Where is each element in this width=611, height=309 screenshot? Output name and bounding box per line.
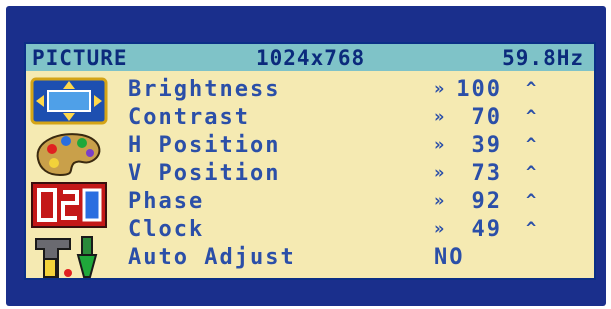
resolution-readout: 1024x768 [256, 45, 366, 70]
decrease-arrow-icon[interactable]: » [434, 219, 446, 239]
picture-position-icon[interactable] [30, 77, 108, 125]
decrease-arrow-icon[interactable]: » [434, 79, 446, 99]
setting-label: H Position [128, 133, 281, 158]
decrease-arrow-icon[interactable]: » [434, 163, 446, 183]
increase-arrow-icon[interactable]: ^ [526, 79, 538, 99]
menu-title: PICTURE [32, 45, 128, 70]
setting-label: Auto Adjust [128, 245, 296, 270]
setting-value: 73 [471, 161, 502, 186]
decrease-arrow-icon[interactable]: » [434, 107, 446, 127]
setting-label: Phase [128, 189, 205, 214]
frequency-readout: 59.8Hz [502, 45, 584, 70]
osd-menu: PICTURE 1024x768 59.8Hz Brightness » 100… [24, 42, 596, 280]
setting-label: Brightness [128, 77, 281, 102]
setting-label: Clock [128, 217, 205, 242]
tools-icon[interactable] [30, 233, 108, 281]
increase-arrow-icon[interactable]: ^ [526, 135, 538, 155]
setting-row-auto-adjust[interactable]: Auto Adjust NO [128, 245, 578, 273]
auto-adjust-value: NO [434, 245, 465, 270]
setting-value: 39 [471, 133, 502, 158]
decrease-arrow-icon[interactable]: » [434, 135, 446, 155]
setting-label: Contrast [128, 105, 250, 130]
increase-arrow-icon[interactable]: ^ [526, 163, 538, 183]
setting-value: 92 [471, 189, 502, 214]
decrease-arrow-icon[interactable]: » [434, 191, 446, 211]
setting-row-clock[interactable]: Clock » 49 ^ [128, 217, 578, 245]
increase-arrow-icon[interactable]: ^ [526, 191, 538, 211]
menu-icon-column [26, 71, 114, 280]
increase-arrow-icon[interactable]: ^ [526, 107, 538, 127]
setting-row-phase[interactable]: Phase » 92 ^ [128, 189, 578, 217]
setting-value: 70 [471, 105, 502, 130]
increase-arrow-icon[interactable]: ^ [526, 219, 538, 239]
setting-label: V Position [128, 161, 281, 186]
setting-row-h-position[interactable]: H Position » 39 ^ [128, 133, 578, 161]
menu-header: PICTURE 1024x768 59.8Hz [26, 44, 594, 71]
setting-row-v-position[interactable]: V Position » 73 ^ [128, 161, 578, 189]
setting-row-contrast[interactable]: Contrast » 70 ^ [128, 105, 578, 133]
monitor-screen: PICTURE 1024x768 59.8Hz Brightness » 100… [6, 6, 606, 306]
osd-icon[interactable] [30, 181, 108, 229]
color-palette-icon[interactable] [30, 129, 108, 177]
setting-row-brightness[interactable]: Brightness » 100 ^ [128, 77, 578, 105]
setting-value: 49 [471, 217, 502, 242]
setting-value: 100 [456, 77, 502, 102]
